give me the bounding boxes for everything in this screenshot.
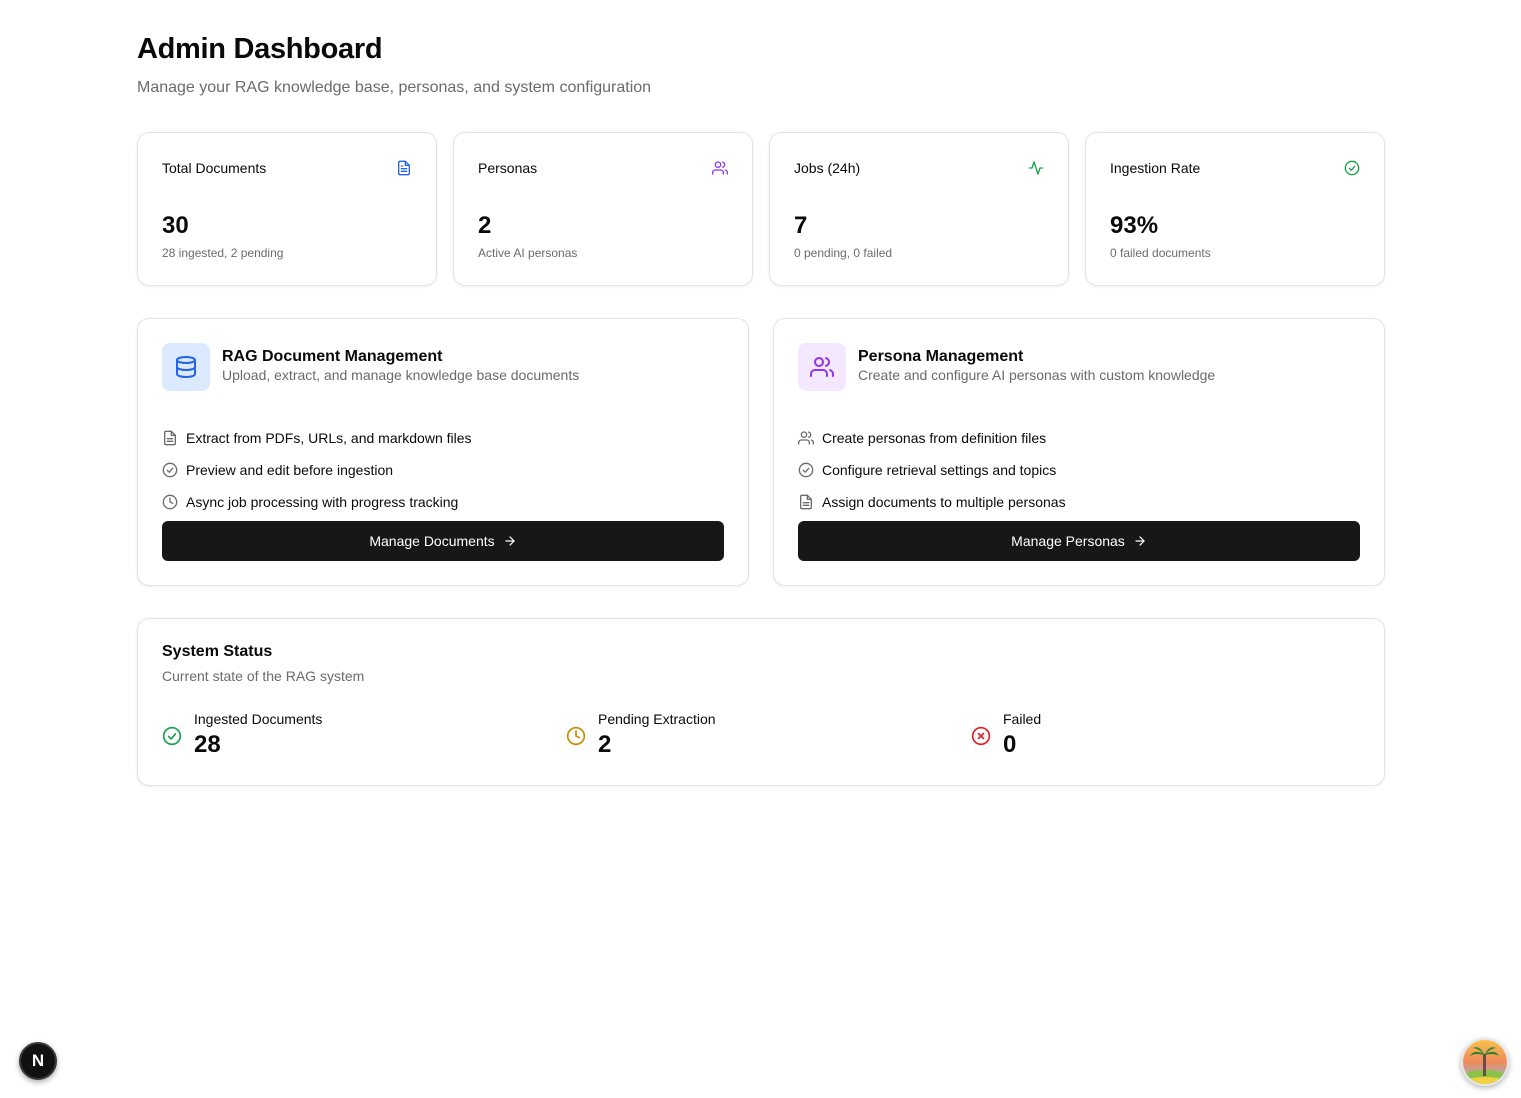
dev-tools-badge[interactable]: N (19, 1042, 57, 1080)
list-item: Preview and edit before ingestion (162, 454, 472, 486)
feature-title: RAG Document Management (222, 348, 443, 365)
stat-card-jobs: Jobs (24h) 7 0 pending, 0 failed (769, 132, 1069, 286)
button-label: Manage Documents (369, 533, 495, 549)
x-circle-icon (971, 726, 991, 746)
clock-icon (162, 494, 178, 510)
stat-card-total-documents: Total Documents 30 28 ingested, 2 pendin… (137, 132, 437, 286)
stat-value: 2 (478, 212, 492, 239)
feature-title: Persona Management (858, 348, 1024, 365)
feature-icon-box (162, 343, 210, 391)
stat-label: Ingestion Rate (1110, 160, 1201, 176)
status-label: Pending Extraction (598, 711, 716, 727)
button-label: Manage Personas (1011, 533, 1125, 549)
assistant-avatar-button[interactable] (1461, 1038, 1509, 1086)
manage-documents-button[interactable]: Manage Documents (162, 521, 724, 561)
rag-document-management-card: RAG Document Management Upload, extract,… (137, 318, 749, 586)
check-circle-icon (162, 462, 178, 478)
feature-list: Extract from PDFs, URLs, and markdown fi… (162, 422, 472, 518)
users-icon (712, 161, 728, 175)
database-icon (176, 356, 196, 378)
status-value: 28 (194, 731, 221, 758)
status-value: 0 (1003, 731, 1017, 758)
stat-card-ingestion-rate: Ingestion Rate 93% 0 failed documents (1085, 132, 1385, 286)
check-circle-icon (1344, 160, 1360, 176)
users-icon (810, 357, 834, 377)
stat-subtext: 0 pending, 0 failed (794, 246, 893, 260)
stat-label: Jobs (24h) (794, 160, 861, 176)
check-circle-icon (162, 726, 182, 746)
status-value: 2 (598, 731, 612, 758)
feature-icon-box (798, 343, 846, 391)
feature-description: Upload, extract, and manage knowledge ba… (222, 367, 580, 383)
beach-avatar-icon (1463, 1040, 1507, 1084)
status-label: Ingested Documents (194, 711, 323, 727)
file-text-icon (398, 160, 410, 176)
status-label: Failed (1003, 711, 1042, 727)
list-item: Extract from PDFs, URLs, and markdown fi… (162, 422, 472, 454)
list-item-text: Extract from PDFs, URLs, and markdown fi… (186, 430, 472, 446)
stat-card-personas: Personas 2 Active AI personas (453, 132, 753, 286)
list-item-text: Async job processing with progress track… (186, 494, 459, 510)
list-item: Assign documents to multiple personas (798, 486, 1066, 518)
list-item: Configure retrieval settings and topics (798, 454, 1066, 486)
list-item-text: Assign documents to multiple personas (822, 494, 1066, 510)
page-title: Admin Dashboard (137, 33, 383, 65)
arrow-right-icon (1135, 536, 1145, 546)
activity-icon (1028, 161, 1044, 175)
list-item-text: Preview and edit before ingestion (186, 462, 394, 478)
list-item-text: Create personas from definition files (822, 430, 1047, 446)
file-text-icon (800, 494, 812, 510)
stat-subtext: 0 failed documents (1110, 246, 1211, 260)
list-item: Async job processing with progress track… (162, 486, 472, 518)
file-text-icon (164, 430, 176, 446)
page-subtitle: Manage your RAG knowledge base, personas… (137, 79, 652, 96)
feature-list: Create personas from definition files Co… (798, 422, 1066, 518)
stat-value: 30 (162, 212, 189, 239)
stat-value: 93% (1110, 212, 1159, 239)
stat-subtext: Active AI personas (478, 246, 578, 260)
stat-label: Personas (478, 160, 538, 176)
persona-management-card: Persona Management Create and configure … (773, 318, 1385, 586)
feature-description: Create and configure AI personas with cu… (858, 367, 1216, 383)
system-status-description: Current state of the RAG system (162, 668, 365, 684)
users-icon (798, 431, 814, 445)
clock-icon (566, 726, 586, 746)
stat-label: Total Documents (162, 160, 267, 176)
stat-value: 7 (794, 212, 808, 239)
check-circle-icon (798, 462, 814, 478)
stat-subtext: 28 ingested, 2 pending (162, 246, 284, 260)
arrow-right-icon (504, 536, 515, 546)
system-status-title: System Status (162, 643, 273, 660)
dev-badge-letter: N (31, 1051, 45, 1070)
manage-personas-button[interactable]: Manage Personas (798, 521, 1360, 561)
list-item-text: Configure retrieval settings and topics (822, 462, 1057, 478)
list-item: Create personas from definition files (798, 422, 1066, 454)
system-status-card: System Status Current state of the RAG s… (137, 618, 1385, 786)
